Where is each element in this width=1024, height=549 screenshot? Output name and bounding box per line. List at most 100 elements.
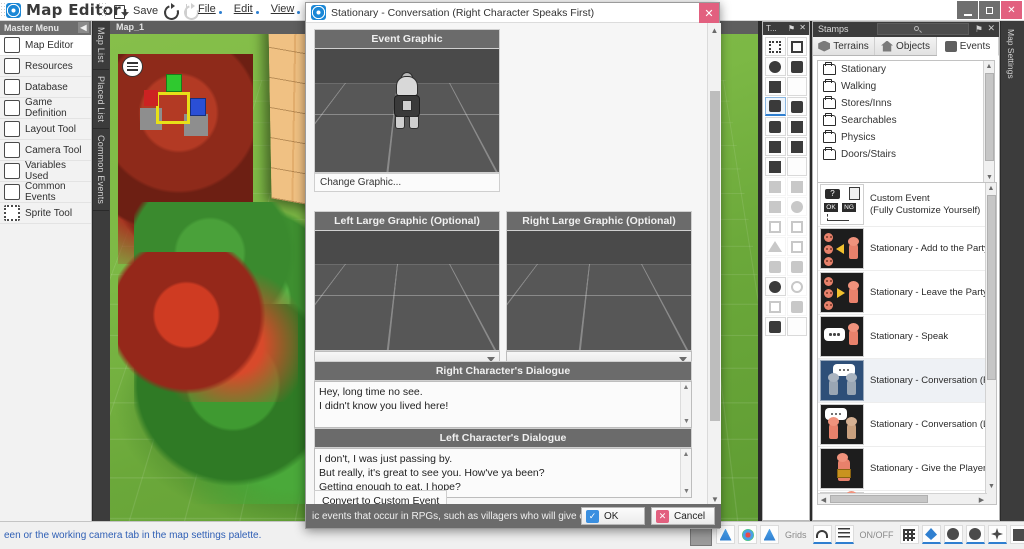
tool-stamp-icon[interactable] — [786, 97, 807, 116]
tab-map-list[interactable]: Map List — [93, 21, 109, 70]
gizmo-cube-icon[interactable] — [156, 92, 190, 124]
transform-gizmo[interactable] — [140, 74, 208, 136]
tab-map-settings[interactable]: Map Settings — [1001, 21, 1021, 87]
gizmo-axis-z[interactable] — [190, 98, 206, 116]
tab-terrains[interactable]: Terrains — [813, 37, 875, 55]
close-button[interactable]: ✕ — [1001, 1, 1022, 19]
sidebar-item-common-events[interactable]: Common Events — [0, 181, 91, 203]
folder-item[interactable]: Stores/Inns — [818, 95, 994, 112]
stamps-event-list[interactable]: ? OK NG Custom Event (Fully Customize Yo… — [817, 182, 997, 505]
stamps-search-input[interactable] — [877, 23, 969, 35]
list-item[interactable]: Stationary - Conversation (Left Cl — [818, 403, 996, 447]
tool-scatter-icon[interactable] — [786, 137, 807, 156]
sidebar-item-variables-used[interactable]: Variables Used — [0, 160, 91, 182]
sidebar-item-map-editor[interactable]: Map Editor — [0, 35, 91, 56]
pin-icon[interactable]: ⚑ — [788, 24, 795, 33]
left-dialogue-scrollbar[interactable]: ▲ ▼ — [680, 449, 691, 497]
right-dialogue-textarea[interactable]: Hey, long time no see. I didn't know you… — [314, 381, 692, 428]
tab-events[interactable]: Events — [937, 37, 999, 56]
scroll-up-icon[interactable]: ▲ — [681, 382, 691, 393]
scroll-down-icon[interactable]: ▼ — [986, 481, 996, 492]
scrollbar-thumb[interactable] — [985, 73, 994, 161]
scroll-left-icon[interactable]: ◀ — [818, 494, 829, 504]
right-large-graphic-preview[interactable] — [506, 231, 692, 351]
close-icon[interactable]: ✕ — [987, 23, 995, 34]
tool-delete-icon[interactable] — [765, 317, 786, 336]
collapse-sidebar-icon[interactable]: ◀ — [78, 22, 89, 33]
tool-paint-bucket-icon[interactable] — [765, 77, 786, 96]
cancel-button[interactable]: ✕ Cancel — [651, 507, 715, 525]
tool-pen-icon[interactable] — [765, 97, 786, 116]
tool-eyedropper-icon[interactable] — [786, 117, 807, 136]
save-icon[interactable] — [114, 4, 129, 19]
save-button[interactable]: Save — [133, 5, 158, 17]
list-item-selected[interactable]: Stationary - Conversation (Right — [818, 359, 996, 403]
right-dialogue-scrollbar[interactable]: ▲ ▼ — [680, 382, 691, 427]
scroll-right-icon[interactable]: ▶ — [976, 494, 987, 504]
folder-item[interactable]: Physics — [818, 129, 994, 146]
folder-item[interactable]: Doors/Stairs — [818, 146, 994, 163]
hscrollbar-thumb[interactable] — [830, 495, 928, 503]
list-item[interactable]: Stationary - Add to the Party — [818, 227, 996, 271]
tool-lasso-icon[interactable] — [786, 37, 807, 56]
list-item[interactable]: ? OK NG Custom Event (Fully Customize Yo… — [818, 183, 996, 227]
gizmo-axis-y[interactable] — [166, 74, 182, 92]
minimize-button[interactable] — [957, 1, 978, 19]
sidebar-item-layout-tool[interactable]: Layout Tool — [0, 119, 91, 140]
globe-icon[interactable] — [965, 525, 985, 544]
scroll-up-icon[interactable]: ▲ — [984, 61, 994, 72]
camera-icon[interactable] — [1009, 525, 1024, 544]
scrollbar-thumb[interactable] — [710, 91, 720, 421]
menu-file[interactable]: File — [198, 3, 222, 15]
folder-list-scrollbar[interactable]: ▲ ▼ — [983, 61, 994, 183]
stamps-folder-list[interactable]: Stationary Walking Stores/Inns Searchabl… — [817, 60, 995, 184]
sidebar-item-resources[interactable]: Resources — [0, 56, 91, 77]
event-list-hscrollbar[interactable]: ◀ ▶ — [818, 493, 987, 504]
scroll-down-icon[interactable]: ▼ — [681, 486, 691, 497]
map-menu-icon[interactable] — [122, 56, 143, 77]
scroll-up-icon[interactable]: ▲ — [681, 449, 691, 460]
nodes-icon[interactable] — [760, 525, 779, 544]
tab-common-events[interactable]: Common Events — [93, 129, 109, 211]
tool-eraser-icon[interactable] — [765, 117, 786, 136]
menu-view[interactable]: View — [271, 3, 300, 15]
snap-icon[interactable] — [812, 525, 832, 544]
folder-item[interactable]: Stationary — [818, 61, 994, 78]
dialog-scrollbar[interactable]: ▲ ▼ — [707, 23, 721, 506]
ok-button[interactable]: ✓ OK — [581, 507, 645, 525]
list-item[interactable]: Stationary - Give the Player an It — [818, 447, 996, 491]
event-list-scrollbar[interactable]: ▲ ▼ — [985, 183, 996, 504]
list-item[interactable]: Stationary - Speak — [818, 315, 996, 359]
light-icon[interactable] — [921, 525, 941, 544]
tile-grid-icon[interactable] — [899, 525, 919, 544]
tool-select-icon[interactable] — [765, 37, 786, 56]
sidebar-item-game-definition[interactable]: Game Definition — [0, 97, 91, 119]
tool-magic-wand-icon[interactable] — [765, 57, 786, 76]
event-graphic-preview[interactable] — [314, 49, 500, 173]
tool-brush-icon[interactable] — [765, 137, 786, 156]
scroll-up-icon[interactable]: ▲ — [986, 183, 996, 194]
folder-item[interactable]: Walking — [818, 78, 994, 95]
gizmo-axis-x[interactable] — [144, 90, 158, 106]
folder-item[interactable]: Searchables — [818, 112, 994, 129]
dialog-close-button[interactable]: ✕ — [699, 3, 719, 23]
color-wheel-icon[interactable] — [738, 525, 757, 544]
tab-objects[interactable]: Objects — [875, 37, 937, 55]
tool-npc-icon[interactable] — [765, 277, 786, 296]
sidebar-item-database[interactable]: Database — [0, 77, 91, 98]
redo-icon[interactable] — [162, 2, 178, 19]
close-icon[interactable]: ✕ — [799, 23, 806, 32]
list-item[interactable]: Stationary - Leave the Party — [818, 271, 996, 315]
sidebar-item-camera-tool[interactable]: Camera Tool — [0, 140, 91, 161]
shadow-icon[interactable] — [943, 525, 963, 544]
tool-house-icon[interactable] — [765, 157, 786, 176]
maximize-button[interactable] — [979, 1, 1000, 19]
left-large-graphic-preview[interactable] — [314, 231, 500, 351]
grid-lines-icon[interactable] — [834, 525, 854, 544]
change-graphic-button[interactable]: Change Graphic... — [314, 173, 500, 192]
menu-edit[interactable]: Edit — [234, 3, 259, 15]
sidebar-item-sprite-tool[interactable]: Sprite Tool — [0, 203, 91, 224]
pin-icon[interactable]: ⚑ — [975, 24, 983, 35]
tool-grid-select-icon[interactable] — [786, 57, 807, 76]
effects-icon[interactable] — [987, 525, 1007, 544]
